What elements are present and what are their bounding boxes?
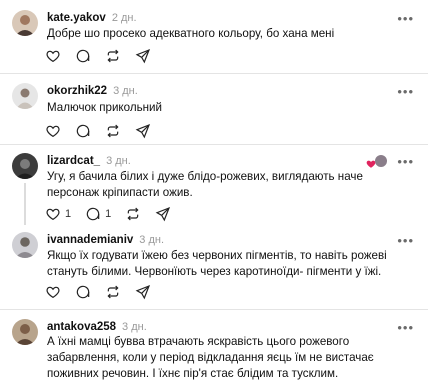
timestamp[interactable]: 3 дн. bbox=[122, 321, 147, 333]
like-count: 1 bbox=[65, 208, 72, 220]
heart-icon bbox=[366, 156, 376, 168]
action-bar bbox=[45, 123, 165, 139]
repost-icon bbox=[107, 49, 119, 63]
share-button[interactable] bbox=[135, 48, 151, 64]
heart-icon bbox=[46, 125, 60, 138]
heart-icon bbox=[46, 208, 60, 221]
action-bar: 1 1 bbox=[45, 206, 185, 222]
share-button[interactable] bbox=[155, 206, 171, 222]
more-options-icon[interactable]: ••• bbox=[397, 155, 414, 168]
heart-icon bbox=[46, 50, 60, 63]
share-button[interactable] bbox=[135, 123, 151, 139]
repost-icon bbox=[107, 285, 119, 299]
post-ivannademianiv: ivannademianiv 3 дн. ••• Якщо їх годуват… bbox=[0, 230, 428, 308]
post-antakova258: antakova258 3 дн. ••• А їхні мамці бувва… bbox=[0, 310, 428, 380]
repost-button[interactable] bbox=[125, 206, 141, 222]
reply-count: 1 bbox=[105, 208, 112, 220]
more-options-icon[interactable]: ••• bbox=[397, 234, 414, 247]
repost-button[interactable] bbox=[105, 123, 121, 139]
reply-button[interactable]: 1 bbox=[85, 206, 111, 222]
comment-icon bbox=[76, 124, 90, 138]
action-bar bbox=[45, 48, 165, 64]
more-options-icon[interactable]: ••• bbox=[397, 321, 414, 334]
avatar[interactable] bbox=[12, 83, 38, 109]
username[interactable]: okorzhik22 bbox=[47, 85, 107, 97]
post-kate-yakov: kate.yakov 2 дн. ••• Добре шо просеко ад… bbox=[0, 0, 428, 66]
reply-button[interactable] bbox=[75, 48, 91, 64]
post-text: А їхні мамці бувва втрачають яскравість … bbox=[47, 335, 374, 380]
post-text: Добре шо просеко адекватного кольору, бо… bbox=[47, 27, 335, 40]
action-bar bbox=[45, 284, 165, 300]
share-icon bbox=[135, 123, 151, 139]
reply-button[interactable] bbox=[75, 284, 91, 300]
repost-button[interactable] bbox=[105, 284, 121, 300]
mini-avatar bbox=[374, 154, 388, 168]
timestamp[interactable]: 3 дн. bbox=[106, 155, 131, 167]
share-icon bbox=[155, 206, 171, 222]
avatar[interactable] bbox=[12, 232, 38, 258]
comment-icon bbox=[86, 207, 100, 221]
post-text: Малючок прикольний bbox=[47, 101, 162, 114]
heart-icon bbox=[46, 286, 60, 299]
comment-icon bbox=[76, 49, 90, 63]
more-options-icon[interactable]: ••• bbox=[397, 85, 414, 98]
post-text: Угу, я бачила білих і дуже блідо-рожевих… bbox=[47, 170, 363, 199]
repost-icon bbox=[107, 124, 119, 138]
share-icon bbox=[135, 48, 151, 64]
thread-line bbox=[24, 183, 26, 225]
liked-by-author-badge[interactable] bbox=[366, 154, 388, 168]
username[interactable]: antakova258 bbox=[47, 321, 116, 333]
post-okorzhik22: okorzhik22 3 дн. ••• Малючок прикольний bbox=[0, 74, 428, 140]
like-button[interactable] bbox=[45, 48, 61, 64]
comment-icon bbox=[76, 285, 90, 299]
username[interactable]: ivannademianiv bbox=[47, 234, 133, 246]
share-icon bbox=[135, 284, 151, 300]
share-button[interactable] bbox=[135, 284, 151, 300]
repost-icon bbox=[127, 207, 139, 221]
timestamp[interactable]: 2 дн. bbox=[112, 12, 137, 24]
like-button[interactable] bbox=[45, 284, 61, 300]
username[interactable]: lizardcat_ bbox=[47, 155, 100, 167]
reply-button[interactable] bbox=[75, 123, 91, 139]
post-lizardcat: lizardcat_ 3 дн. ••• Угу, я бачила білих… bbox=[0, 145, 428, 230]
like-button[interactable] bbox=[45, 123, 61, 139]
username[interactable]: kate.yakov bbox=[47, 12, 106, 24]
more-options-icon[interactable]: ••• bbox=[397, 12, 414, 25]
timestamp[interactable]: 3 дн. bbox=[139, 234, 164, 246]
avatar[interactable] bbox=[12, 153, 38, 179]
like-button[interactable]: 1 bbox=[45, 206, 71, 222]
avatar[interactable] bbox=[12, 10, 38, 36]
post-text: Якщо їх годувати їжею без червоних пігме… bbox=[47, 249, 387, 278]
avatar[interactable] bbox=[12, 319, 38, 345]
timestamp[interactable]: 3 дн. bbox=[113, 85, 138, 97]
repost-button[interactable] bbox=[105, 48, 121, 64]
